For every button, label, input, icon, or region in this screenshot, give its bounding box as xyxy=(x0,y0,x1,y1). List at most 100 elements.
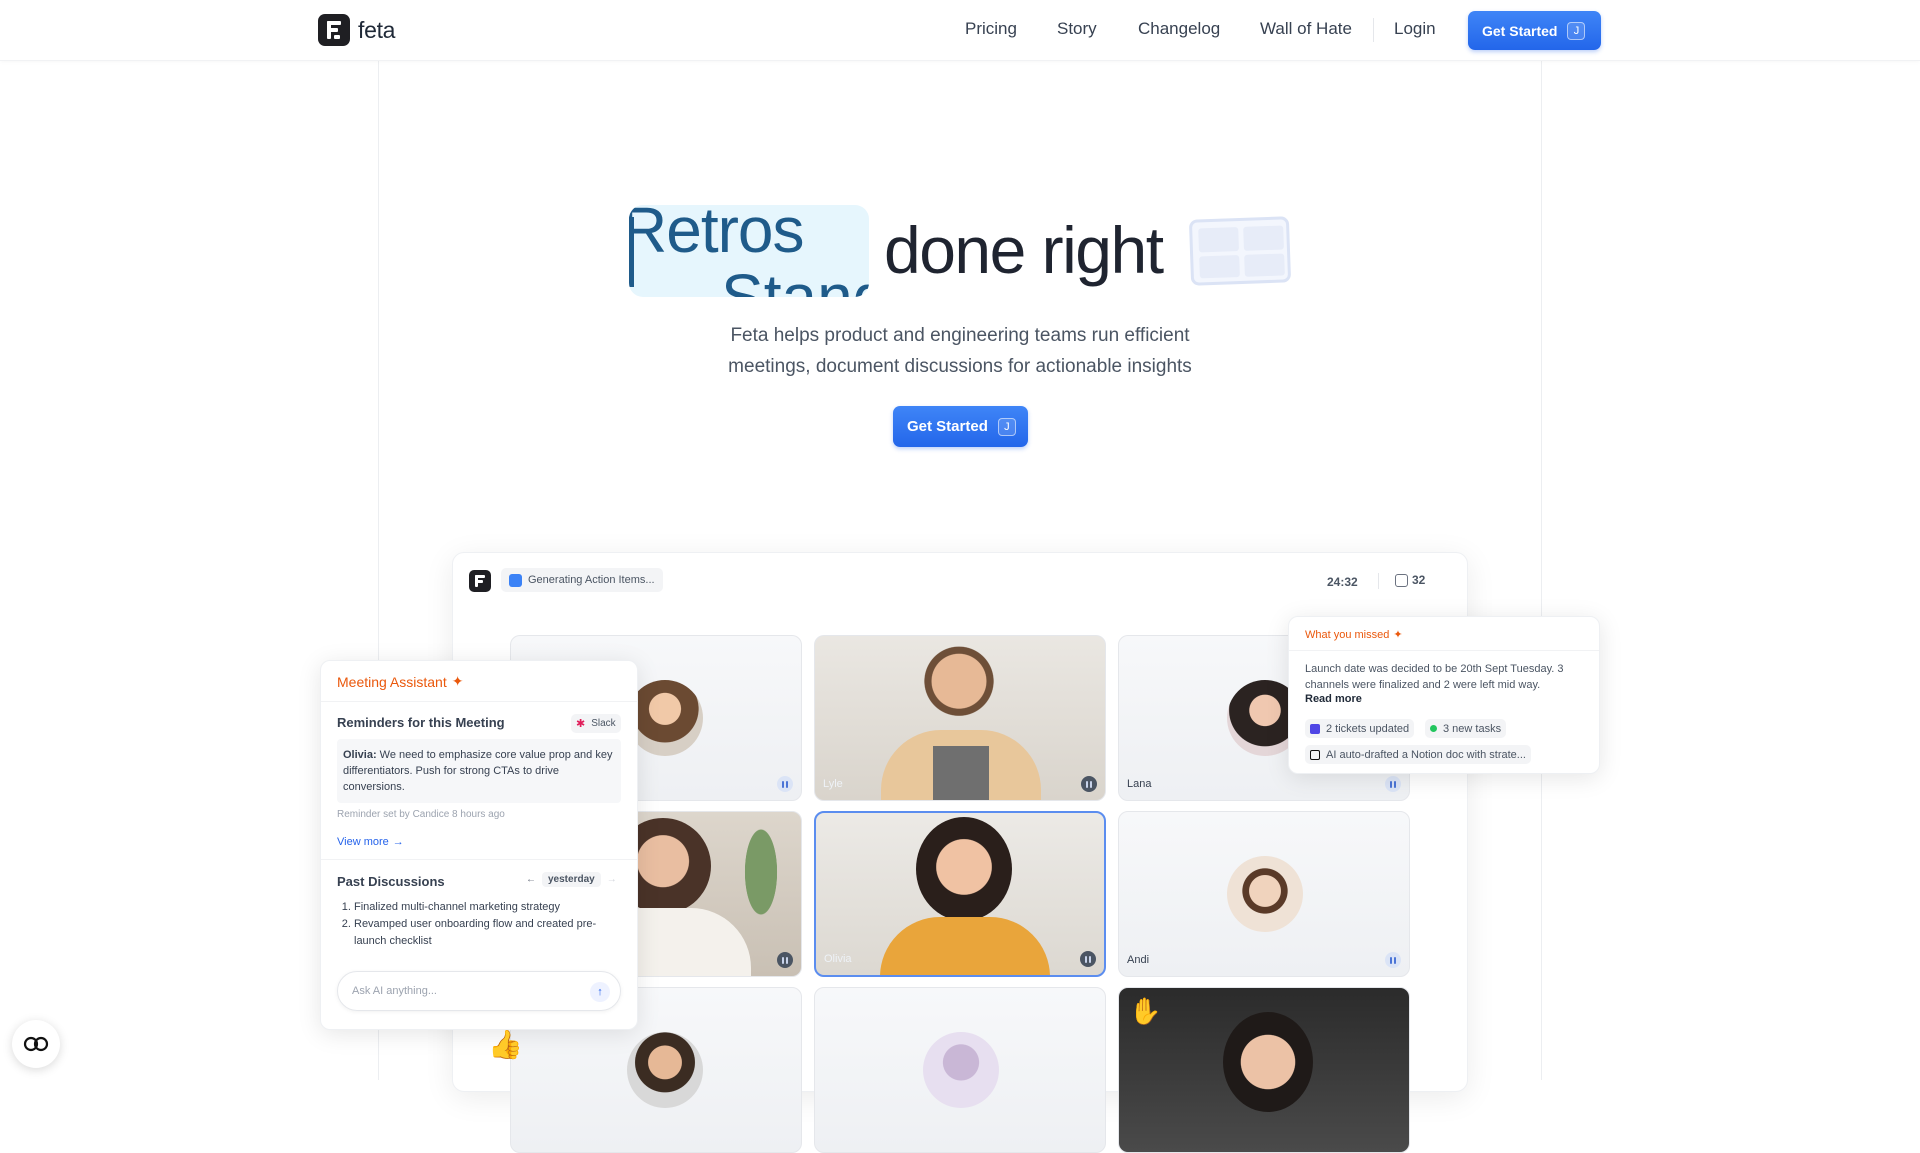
ask-ai-input[interactable]: Ask AI anything... ↑ xyxy=(337,971,621,1011)
video-tile[interactable] xyxy=(814,987,1106,1153)
meeting-assistant-panel: Meeting Assistant ✦ Reminders for this M… xyxy=(320,660,638,1030)
participant-count: 32 xyxy=(1395,573,1425,587)
plant-decoration xyxy=(736,828,786,938)
panel-divider xyxy=(321,701,637,702)
reminder-card: Olivia: We need to emphasize core value … xyxy=(337,739,621,803)
toolbar-divider xyxy=(1378,573,1379,589)
arrow-left-icon[interactable]: ← xyxy=(526,874,536,885)
view-more-label: View more xyxy=(337,836,389,848)
nav-link-changelog[interactable]: Changelog xyxy=(1138,19,1220,39)
meeting-timer: 24:32 xyxy=(1327,575,1358,589)
video-tile[interactable]: ✋ xyxy=(1118,987,1410,1153)
privacy-settings-button[interactable] xyxy=(12,1020,60,1068)
video-tile-olivia-active[interactable]: Olivia xyxy=(814,811,1106,977)
participant-avatar xyxy=(1227,856,1303,932)
missed-summary: Launch date was decided to be 20th Sept … xyxy=(1305,663,1564,691)
hero-subtitle-line-2: meetings, document discussions for actio… xyxy=(728,356,1192,377)
participant-avatar xyxy=(923,1032,999,1108)
mic-icon xyxy=(1385,952,1401,968)
status-chip: Generating Action Items... xyxy=(501,568,663,592)
nav-link-story[interactable]: Story xyxy=(1057,19,1097,39)
hero-subtitle-line-1: Feta helps product and engineering teams… xyxy=(730,325,1190,346)
reminder-author: Olivia: xyxy=(343,749,377,761)
panel-divider xyxy=(321,859,637,860)
participant-name: Olivia xyxy=(824,953,852,965)
privacy-toggle-icon xyxy=(23,1036,49,1052)
frame-line-right xyxy=(1541,61,1542,1080)
video-tile-andi[interactable]: Andi xyxy=(1118,811,1410,977)
tasks-chip-label: 3 new tasks xyxy=(1443,722,1502,735)
participant-face xyxy=(1223,1012,1313,1112)
slack-badge-label: Slack xyxy=(591,718,616,729)
rotating-word-current: Retros xyxy=(629,205,804,266)
feta-logo-icon xyxy=(318,14,350,46)
meeting-grid-illustration-icon xyxy=(1188,216,1292,286)
view-more-link[interactable]: View more → xyxy=(337,836,404,848)
nav-link-pricing[interactable]: Pricing xyxy=(965,19,1017,39)
mic-icon xyxy=(1080,951,1096,967)
hero-get-started-button[interactable]: Get Started J xyxy=(893,406,1028,447)
participant-body xyxy=(880,917,1050,975)
participant-face xyxy=(911,638,1007,734)
send-arrow-icon[interactable]: ↑ xyxy=(590,982,610,1002)
app-logo-icon xyxy=(469,570,491,592)
past-date-label[interactable]: yesterday xyxy=(542,872,601,887)
participant-avatar xyxy=(627,1032,703,1108)
missed-title-label: What you missed xyxy=(1305,628,1390,641)
arrow-right-icon[interactable]: → xyxy=(607,874,617,885)
past-discussion-item: Finalized multi-channel marketing strate… xyxy=(354,899,624,916)
shortcut-key-badge: J xyxy=(997,417,1016,436)
ask-ai-placeholder: Ask AI anything... xyxy=(352,985,437,997)
assistant-title-label: Meeting Assistant xyxy=(337,673,447,690)
hero-get-started-label: Get Started xyxy=(907,418,988,435)
reminder-text: We need to emphasize core value prop and… xyxy=(343,749,613,793)
slack-badge[interactable]: ✱ Slack xyxy=(571,714,621,733)
sparkle-icon: ✦ xyxy=(1393,629,1403,641)
tickets-chip-label: 2 tickets updated xyxy=(1326,722,1410,735)
past-discussions-heading: Past Discussions xyxy=(337,874,445,889)
raised-hand-icon: ✋ xyxy=(1129,996,1162,1026)
arrow-right-icon: → xyxy=(392,836,404,848)
participant-avatar xyxy=(627,680,703,756)
top-nav: feta Pricing Story Changelog Wall of Hat… xyxy=(0,0,1920,61)
status-dot-icon xyxy=(1430,725,1437,732)
mic-icon xyxy=(1385,776,1401,792)
ai-status-icon xyxy=(509,573,522,587)
notion-icon xyxy=(1310,749,1320,760)
reminders-heading: Reminders for this Meeting xyxy=(337,715,505,730)
participant-name: Lana xyxy=(1127,778,1152,790)
mic-icon xyxy=(777,952,793,968)
thumbs-up-emoji-icon: 👍 xyxy=(488,1029,523,1060)
notion-chip: AI auto-drafted a Notion doc with strate… xyxy=(1305,745,1531,764)
participant-count-value: 32 xyxy=(1412,573,1426,587)
ticket-icon xyxy=(1310,723,1320,734)
tasks-chip: 3 new tasks xyxy=(1425,719,1507,738)
nav-divider xyxy=(1373,18,1374,42)
brand-name: feta xyxy=(358,16,396,43)
missed-title: What you missed ✦ xyxy=(1305,628,1403,642)
participant-name: Lyle xyxy=(823,778,843,790)
shortcut-key-badge: J xyxy=(1567,21,1586,40)
participant-name: Andi xyxy=(1127,954,1150,966)
status-chip-label: Generating Action Items... xyxy=(528,574,655,586)
past-discussions-nav: ← yesterday → xyxy=(526,872,617,887)
tickets-chip: 2 tickets updated xyxy=(1305,719,1415,738)
rotating-word-highlight: Retros Stand xyxy=(629,205,869,297)
nav-link-wall-of-hate[interactable]: Wall of Hate xyxy=(1260,19,1352,39)
nav-get-started-button[interactable]: Get Started J xyxy=(1468,11,1601,50)
hero-title: done right xyxy=(884,213,1164,287)
notion-chip-label: AI auto-drafted a Notion doc with strate… xyxy=(1326,748,1526,761)
past-discussion-item: Revamped user onboarding flow and create… xyxy=(354,916,624,950)
rotating-word-next: Stand xyxy=(721,261,869,297)
assistant-title: Meeting Assistant ✦ xyxy=(337,673,463,690)
nav-get-started-label: Get Started xyxy=(1482,22,1558,39)
reminder-meta: Reminder set by Candice 8 hours ago xyxy=(337,809,505,820)
participants-icon xyxy=(1395,573,1408,587)
card-divider xyxy=(1289,650,1599,651)
read-more-link[interactable]: Read more xyxy=(1305,693,1362,705)
nav-login-link[interactable]: Login xyxy=(1394,19,1436,39)
sparkle-icon: ✦ xyxy=(451,673,464,689)
brand-logo[interactable]: feta xyxy=(318,14,395,46)
video-tile-lyle[interactable]: Lyle xyxy=(814,635,1106,801)
what-you-missed-card: What you missed ✦ Launch date was decide… xyxy=(1288,616,1600,774)
